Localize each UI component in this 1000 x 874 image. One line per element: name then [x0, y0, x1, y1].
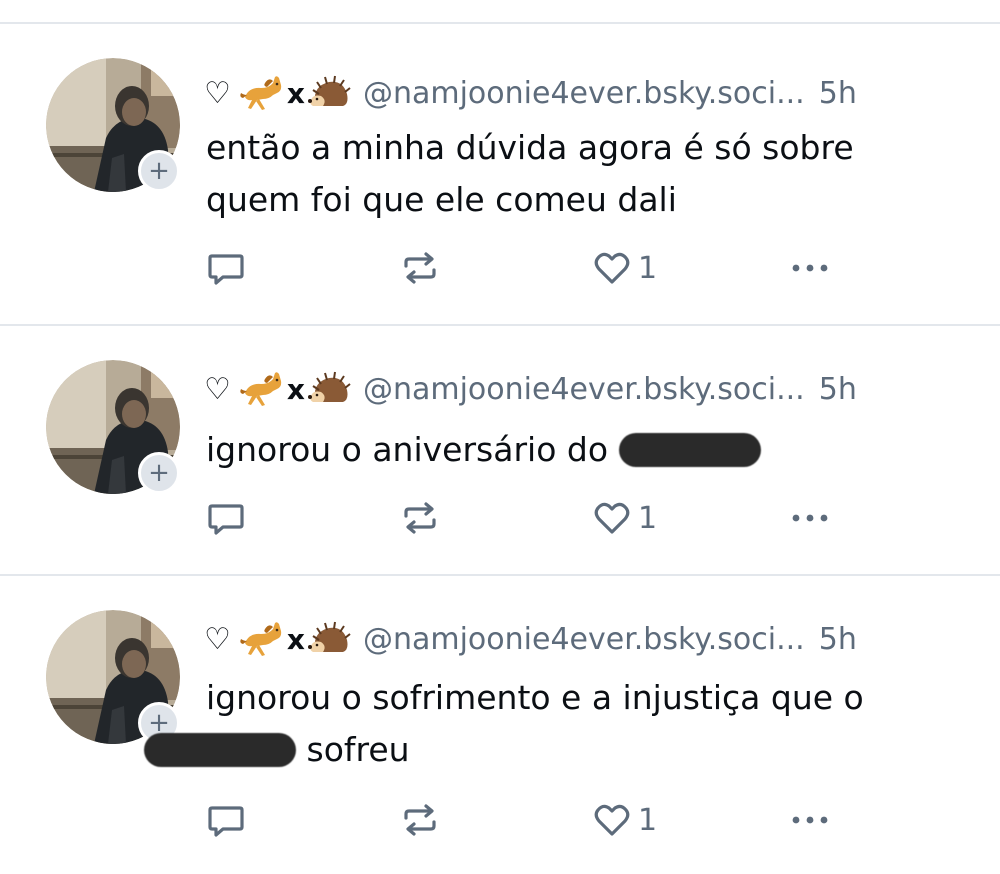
more-options-button[interactable] — [788, 244, 832, 292]
reply-icon — [208, 504, 244, 535]
hedgehog-emoji-icon — [307, 621, 351, 652]
post-timestamp[interactable]: 5h — [819, 622, 857, 657]
author-handle[interactable]: @namjoonie4ever.bsky.soci... — [363, 372, 805, 407]
post-actions: 1 — [206, 494, 846, 542]
avatar[interactable]: + — [46, 58, 180, 192]
like-icon — [594, 502, 630, 534]
follow-plus-icon[interactable]: + — [138, 150, 180, 192]
redaction-mark — [618, 433, 761, 467]
post-feed: + ♡ x @namjoonie4ever.bsky.soci... 5h en… — [0, 0, 1000, 874]
more-icon — [792, 264, 828, 272]
post-item[interactable]: + ♡ x — [0, 326, 1000, 576]
post-text-line: sofreu — [144, 724, 976, 776]
repost-icon — [404, 804, 436, 836]
redaction-mark — [144, 733, 296, 767]
repost-button[interactable] — [398, 796, 442, 844]
display-name-x: x — [286, 76, 305, 110]
more-icon — [792, 514, 828, 522]
like-icon — [594, 804, 630, 836]
post-text-fragment: sofreu — [306, 730, 410, 769]
post-text-line: ignorou o aniversário do — [206, 424, 976, 476]
display-name-x: x — [286, 372, 305, 406]
repost-button[interactable] — [398, 494, 442, 542]
display-name-x: x — [286, 622, 305, 656]
post-header: ♡ x @namjoonie4ever.bsky.soci... 5h — [204, 364, 974, 414]
like-count: 1 — [638, 250, 658, 286]
repost-icon — [404, 502, 436, 534]
post-item[interactable]: + ♡ x — [0, 24, 1000, 286]
post-text-fragment: ignorou o aniversário do — [206, 430, 609, 469]
horse-emoji-icon — [240, 76, 282, 110]
like-count: 1 — [638, 802, 658, 838]
display-name-heart: ♡ — [204, 75, 231, 111]
reply-button[interactable] — [206, 244, 246, 292]
follow-plus-icon[interactable]: + — [138, 452, 180, 494]
hedgehog-emoji-icon — [307, 75, 351, 106]
post-text-line: quem foi que ele comeu dali — [206, 180, 677, 219]
like-count: 1 — [638, 500, 658, 536]
post-header: ♡ x @namjoonie4ever.bsky.soci... 5h — [204, 614, 974, 664]
like-button[interactable]: 1 — [592, 494, 657, 542]
more-options-button[interactable] — [788, 796, 832, 844]
reply-button[interactable] — [206, 796, 246, 844]
post-text-line: então a minha dúvida agora é só sobre — [206, 128, 854, 167]
display-name-heart: ♡ — [204, 371, 231, 407]
post-actions: 1 — [206, 244, 846, 292]
horse-emoji-icon — [240, 622, 282, 656]
author-handle[interactable]: @namjoonie4ever.bsky.soci... — [363, 622, 805, 657]
avatar[interactable]: + — [46, 360, 180, 494]
post-item[interactable]: + ♡ x — [0, 576, 1000, 874]
post-text: ignorou o aniversário do — [206, 424, 976, 476]
reply-icon — [208, 806, 244, 837]
repost-button[interactable] — [398, 244, 442, 292]
post-header: ♡ x @namjoonie4ever.bsky.soci... 5h — [204, 68, 974, 118]
post-text: ignorou o sofrimento e a injustiça que o… — [144, 672, 976, 776]
like-button[interactable]: 1 — [592, 796, 657, 844]
more-icon — [792, 816, 828, 824]
post-text-line: ignorou o sofrimento e a injustiça que o — [206, 678, 864, 717]
horse-emoji-icon — [240, 372, 282, 406]
post-actions: 1 — [206, 796, 846, 844]
post-timestamp[interactable]: 5h — [819, 372, 857, 407]
reply-icon — [208, 254, 244, 285]
like-button[interactable]: 1 — [592, 244, 657, 292]
repost-icon — [404, 252, 436, 284]
post-text: então a minha dúvida agora é só sobre qu… — [206, 122, 976, 226]
like-icon — [594, 252, 630, 284]
post-timestamp[interactable]: 5h — [819, 76, 857, 111]
reply-button[interactable] — [206, 494, 246, 542]
hedgehog-emoji-icon — [307, 371, 351, 402]
display-name-heart: ♡ — [204, 621, 231, 657]
author-handle[interactable]: @namjoonie4ever.bsky.soci... — [363, 76, 805, 111]
more-options-button[interactable] — [788, 494, 832, 542]
